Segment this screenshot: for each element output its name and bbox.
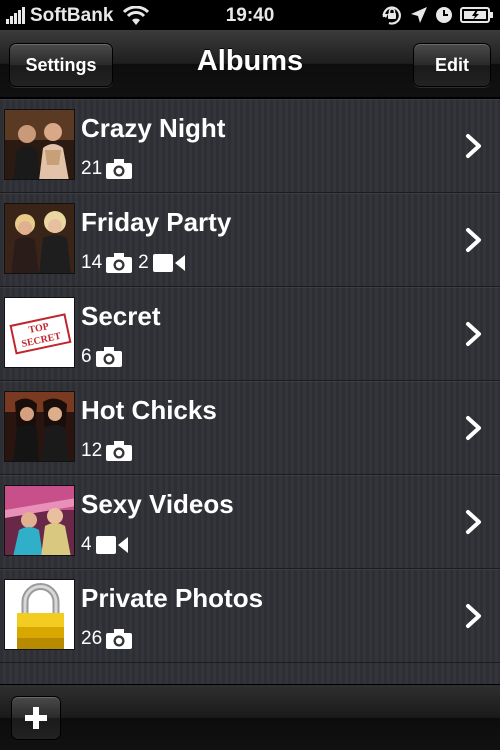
album-counts: 4 xyxy=(81,533,134,557)
status-bar: SoftBank 19:40 xyxy=(0,0,500,30)
chevron-right-icon xyxy=(466,134,481,158)
chevron-right-icon xyxy=(466,322,481,346)
album-counts: 26 xyxy=(81,627,138,651)
album-counts: 21 xyxy=(81,157,138,181)
album-row-secret[interactable]: TOP SECRET Secret 6 xyxy=(0,287,500,381)
padlock-icon xyxy=(5,580,74,649)
photo-count: 21 xyxy=(81,158,103,179)
album-thumbnail xyxy=(4,109,75,180)
album-thumbnail: TOP SECRET xyxy=(4,297,75,368)
camera-icon xyxy=(106,159,133,179)
video-camera-icon xyxy=(152,254,185,272)
video-count: 2 xyxy=(138,252,149,273)
album-thumbnail xyxy=(4,203,75,274)
navigation-bar: Settings Albums Edit xyxy=(0,30,500,98)
alarm-clock-icon xyxy=(436,7,452,23)
add-album-button[interactable] xyxy=(11,696,61,740)
album-title: Friday Party xyxy=(81,207,232,237)
photo-count: 12 xyxy=(81,440,103,461)
album-title: Hot Chicks xyxy=(81,395,217,425)
album-counts: 12 xyxy=(81,439,138,463)
album-title: Crazy Night xyxy=(81,113,226,143)
edit-button[interactable]: Edit xyxy=(413,43,491,87)
album-title: Sexy Videos xyxy=(81,489,234,519)
album-list: Crazy Night 21 Friday Party 14 2 TOP SEC… xyxy=(0,99,500,684)
battery-icon xyxy=(460,7,493,23)
album-thumbnail xyxy=(4,579,75,650)
chevron-right-icon xyxy=(466,416,481,440)
camera-icon xyxy=(106,441,133,461)
album-row-private-photos[interactable]: Private Photos 26 xyxy=(0,569,500,663)
album-row-sexy-videos[interactable]: Sexy Videos 4 xyxy=(0,475,500,569)
orientation-lock-icon xyxy=(382,6,401,25)
camera-icon xyxy=(95,347,122,367)
chevron-right-icon xyxy=(466,228,481,252)
video-camera-icon xyxy=(95,536,128,554)
chevron-right-icon xyxy=(466,510,481,534)
plus-icon xyxy=(25,707,47,729)
album-counts: 14 2 xyxy=(81,251,191,275)
album-title: Private Photos xyxy=(81,583,264,613)
photo-count: 6 xyxy=(81,346,92,367)
album-counts: 6 xyxy=(81,345,128,369)
album-title: Secret xyxy=(81,301,161,331)
bottom-toolbar xyxy=(0,684,500,750)
album-row-crazy-night[interactable]: Crazy Night 21 xyxy=(0,99,500,193)
photo-count: 26 xyxy=(81,628,103,649)
top-secret-stamp-icon: TOP SECRET xyxy=(5,298,74,367)
video-count: 4 xyxy=(81,534,92,555)
album-thumbnail xyxy=(4,485,75,556)
status-right xyxy=(381,5,494,25)
camera-icon xyxy=(106,629,133,649)
location-arrow-icon xyxy=(411,7,427,23)
camera-icon xyxy=(106,253,133,273)
photo-count: 14 xyxy=(81,252,103,273)
album-row-hot-chicks[interactable]: Hot Chicks 12 xyxy=(0,381,500,475)
chevron-right-icon xyxy=(466,604,481,628)
album-thumbnail xyxy=(4,391,75,462)
album-row-friday-party[interactable]: Friday Party 14 2 xyxy=(0,193,500,287)
